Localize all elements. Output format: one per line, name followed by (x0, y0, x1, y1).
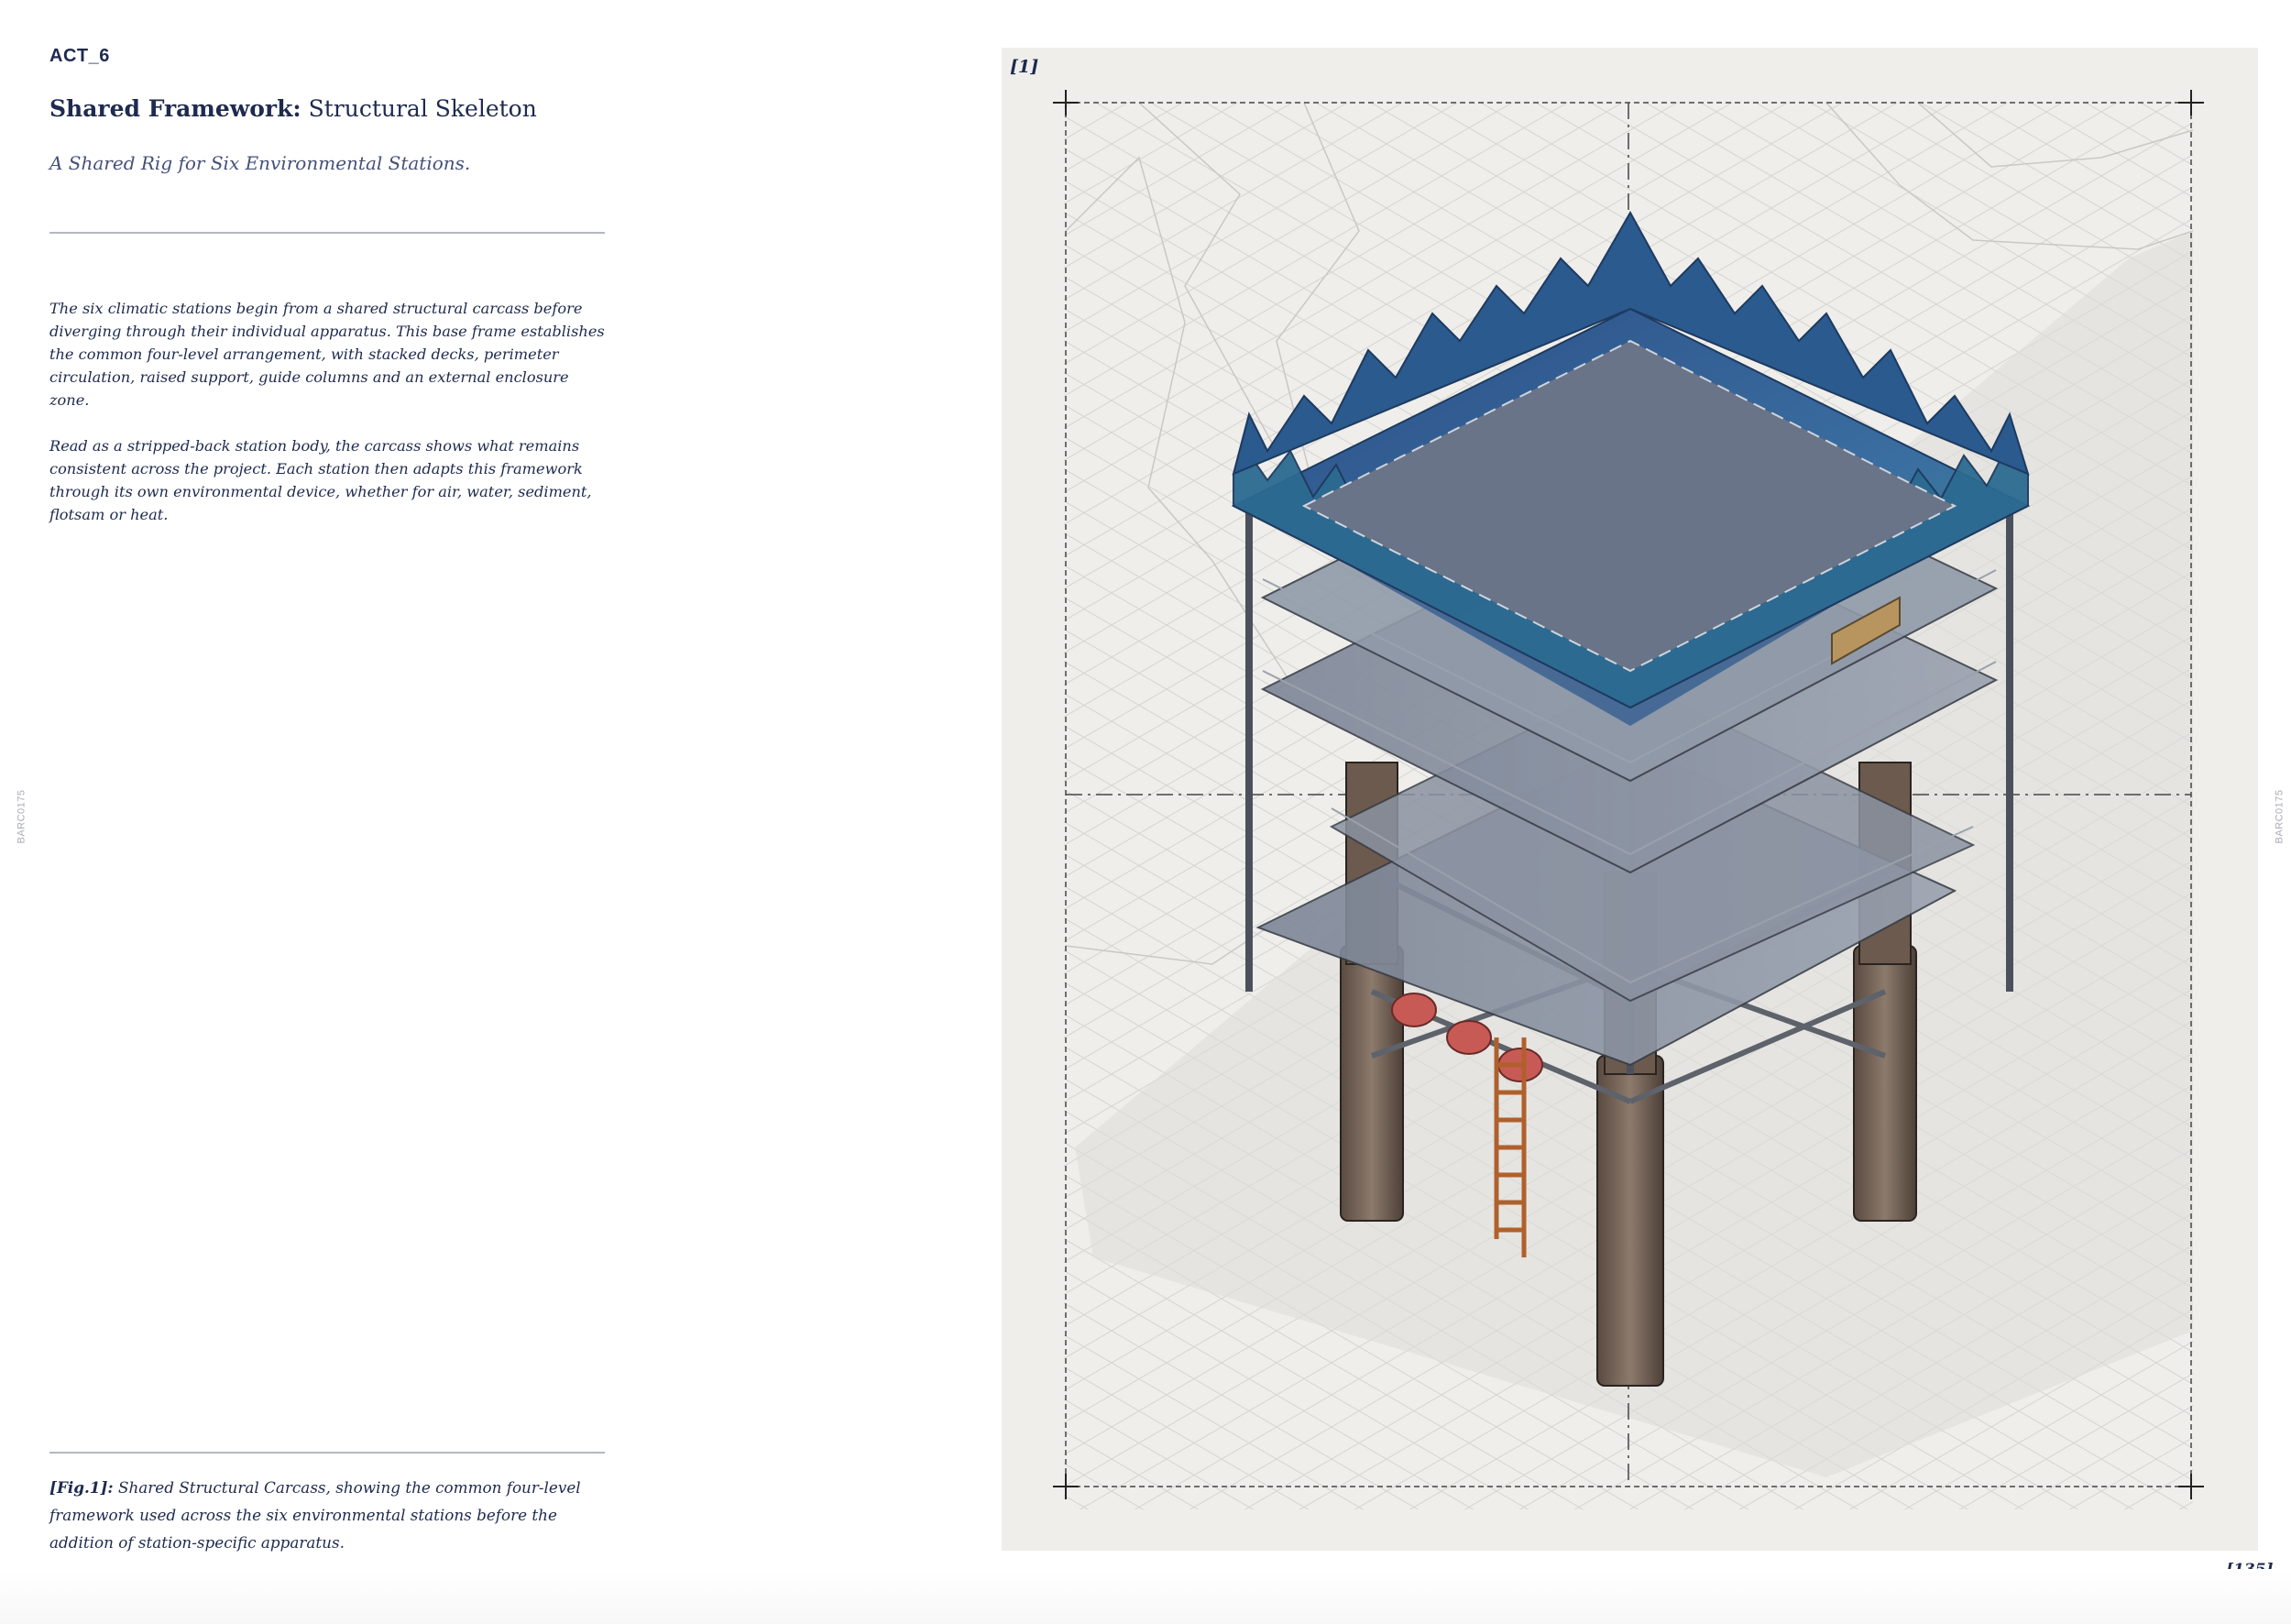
act-label: ACT_6 (49, 46, 110, 66)
body-paragraph-2: Read as a stripped-back station body, th… (49, 437, 592, 523)
figure-number: [1] (1010, 57, 1039, 77)
structural-carcass-illustration (1053, 90, 2204, 1509)
figure-caption: [Fig.1]: Shared Structural Carcass, show… (49, 1474, 608, 1556)
caption-ref: [Fig.1]: (49, 1478, 114, 1497)
page-subtitle: A Shared Rig for Six Environmental Stati… (49, 152, 471, 174)
body-text: The six climatic stations begin from a s… (49, 297, 608, 549)
page-title: Shared Framework: Structural Skeleton (49, 95, 537, 122)
caption-text: Shared Structural Carcass, showing the c… (49, 1478, 581, 1552)
caption-divider (49, 1452, 605, 1454)
left-side-mark: BARC0175 (16, 789, 27, 844)
body-paragraph-1: The six climatic stations begin from a s… (49, 300, 605, 409)
title-bold: Shared Framework: (49, 95, 301, 122)
top-divider (49, 232, 605, 234)
page-bottom-edge (0, 1569, 2291, 1624)
right-side-mark: BARC0175 (2274, 789, 2286, 844)
title-rest: Structural Skeleton (301, 95, 537, 122)
